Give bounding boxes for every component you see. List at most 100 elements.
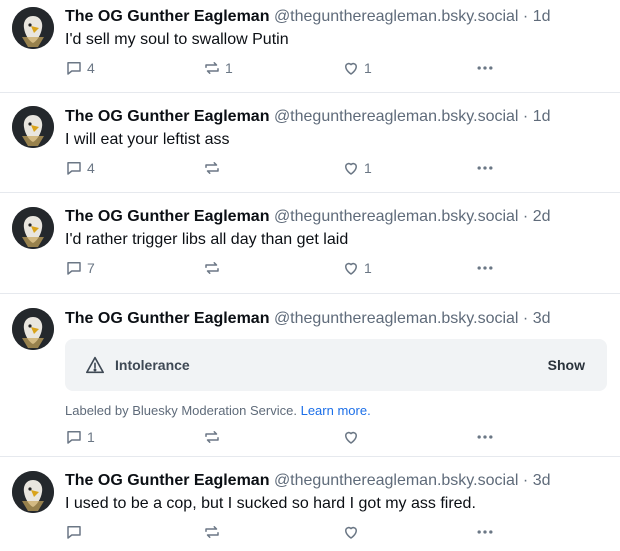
post[interactable]: The OG Gunther Eagleman @thegunthereagle… [0, 0, 620, 93]
heart-icon [345, 62, 357, 75]
repost-button[interactable] [203, 523, 225, 541]
post-text: I'd rather trigger libs all day than get… [65, 231, 349, 248]
reply-button[interactable]: 4 [65, 59, 95, 77]
post-text: I'd sell my soul to swallow Putin [65, 31, 289, 48]
post-header: The OG Gunther Eagleman @thegunthereagle… [65, 107, 610, 127]
more-options-button[interactable] [475, 523, 495, 541]
post-header: The OG Gunther Eagleman @thegunthereagle… [65, 7, 610, 27]
heart-icon [345, 162, 357, 175]
more-options-button[interactable] [475, 159, 495, 177]
repost-button[interactable] [203, 428, 225, 446]
avatar[interactable] [12, 308, 54, 350]
post[interactable]: The OG Gunther Eagleman @thegunthereagle… [0, 457, 620, 551]
post-text: I will eat your leftist ass [65, 131, 230, 148]
warning-label: Intolerance [115, 357, 190, 373]
heart-icon [345, 526, 357, 539]
like-button[interactable] [342, 428, 364, 446]
reply-count: 1 [87, 429, 95, 445]
repost-count: 1 [225, 60, 233, 76]
repost-icon [205, 262, 219, 274]
author-name[interactable]: The OG Gunther Eagleman [65, 208, 269, 225]
post-text: I used to be a cop, but I sucked so hard… [65, 495, 476, 512]
author-name[interactable]: The OG Gunther Eagleman [65, 472, 269, 489]
repost-button[interactable]: 1 [203, 59, 233, 77]
author-handle[interactable]: @thegunthereagleman.bsky.social [274, 208, 519, 225]
reply-count: 4 [87, 60, 95, 76]
separator: · [522, 472, 529, 489]
author-name[interactable]: The OG Gunther Eagleman [65, 8, 269, 25]
reply-icon [67, 262, 81, 275]
more-options-button[interactable] [475, 259, 495, 277]
author-handle[interactable]: @thegunthereagleman.bsky.social [274, 310, 519, 327]
more-icon [477, 166, 493, 170]
reply-icon [67, 162, 81, 175]
avatar[interactable] [12, 207, 54, 249]
repost-button[interactable] [203, 159, 225, 177]
post-header: The OG Gunther Eagleman @thegunthereagle… [65, 471, 610, 491]
repost-icon [205, 431, 219, 443]
more-icon [477, 66, 493, 70]
author-name[interactable]: The OG Gunther Eagleman [65, 310, 269, 327]
separator: · [522, 208, 529, 225]
post-age[interactable]: 2d [533, 208, 551, 225]
reply-icon [67, 62, 81, 75]
like-button[interactable] [342, 523, 364, 541]
reply-button[interactable]: 1 [65, 428, 95, 446]
more-options-button[interactable] [475, 59, 495, 77]
post-age[interactable]: 1d [533, 108, 551, 125]
post-age[interactable]: 1d [533, 8, 551, 25]
reply-button[interactable]: 4 [65, 159, 95, 177]
more-icon [477, 530, 493, 534]
avatar[interactable] [12, 471, 54, 513]
like-button[interactable]: 1 [342, 159, 372, 177]
reply-button[interactable] [65, 523, 87, 541]
heart-icon [345, 262, 357, 275]
avatar[interactable] [12, 106, 54, 148]
separator: · [522, 108, 529, 125]
more-icon [477, 266, 493, 270]
learn-more-link[interactable]: Learn more. [301, 403, 371, 418]
repost-icon [205, 162, 219, 174]
post-actions: 7 1 [65, 259, 610, 281]
post-actions: 4 1 1 [65, 59, 610, 81]
reply-count: 7 [87, 260, 95, 276]
moderation-text: Labeled by Bluesky Moderation Service. [65, 403, 297, 418]
post-actions [65, 523, 610, 545]
moderation-notice: Labeled by Bluesky Moderation Service. L… [65, 403, 607, 418]
repost-button[interactable] [203, 259, 225, 277]
reply-icon [67, 431, 81, 444]
post-feed: The OG Gunther Eagleman @thegunthereagle… [0, 0, 620, 551]
show-button[interactable]: Show [548, 357, 585, 373]
warning-icon [86, 356, 104, 374]
separator: · [522, 8, 529, 25]
post-actions: 4 1 [65, 159, 610, 181]
author-handle[interactable]: @thegunthereagleman.bsky.social [274, 108, 519, 125]
reply-icon [67, 526, 81, 539]
reply-count: 4 [87, 160, 95, 176]
reply-button[interactable]: 7 [65, 259, 95, 277]
content-warning[interactable]: Intolerance Show [65, 339, 607, 391]
author-handle[interactable]: @thegunthereagleman.bsky.social [274, 472, 519, 489]
repost-icon [205, 526, 219, 538]
post[interactable]: The OG Gunther Eagleman @thegunthereagle… [0, 294, 620, 457]
avatar[interactable] [12, 7, 54, 49]
separator: · [522, 310, 529, 327]
post-age[interactable]: 3d [533, 310, 551, 327]
author-name[interactable]: The OG Gunther Eagleman [65, 108, 269, 125]
more-options-button[interactable] [475, 428, 495, 446]
post-header: The OG Gunther Eagleman @thegunthereagle… [65, 207, 610, 227]
post-header: The OG Gunther Eagleman @thegunthereagle… [65, 309, 607, 329]
more-icon [477, 435, 493, 439]
like-button[interactable]: 1 [342, 59, 372, 77]
like-count: 1 [364, 260, 372, 276]
repost-icon [205, 62, 219, 74]
heart-icon [345, 431, 357, 444]
post-age[interactable]: 3d [533, 472, 551, 489]
author-handle[interactable]: @thegunthereagleman.bsky.social [274, 8, 519, 25]
post[interactable]: The OG Gunther Eagleman @thegunthereagle… [0, 193, 620, 294]
like-count: 1 [364, 160, 372, 176]
post-actions: 1 [65, 428, 607, 450]
like-count: 1 [364, 60, 372, 76]
like-button[interactable]: 1 [342, 259, 372, 277]
post[interactable]: The OG Gunther Eagleman @thegunthereagle… [0, 93, 620, 193]
